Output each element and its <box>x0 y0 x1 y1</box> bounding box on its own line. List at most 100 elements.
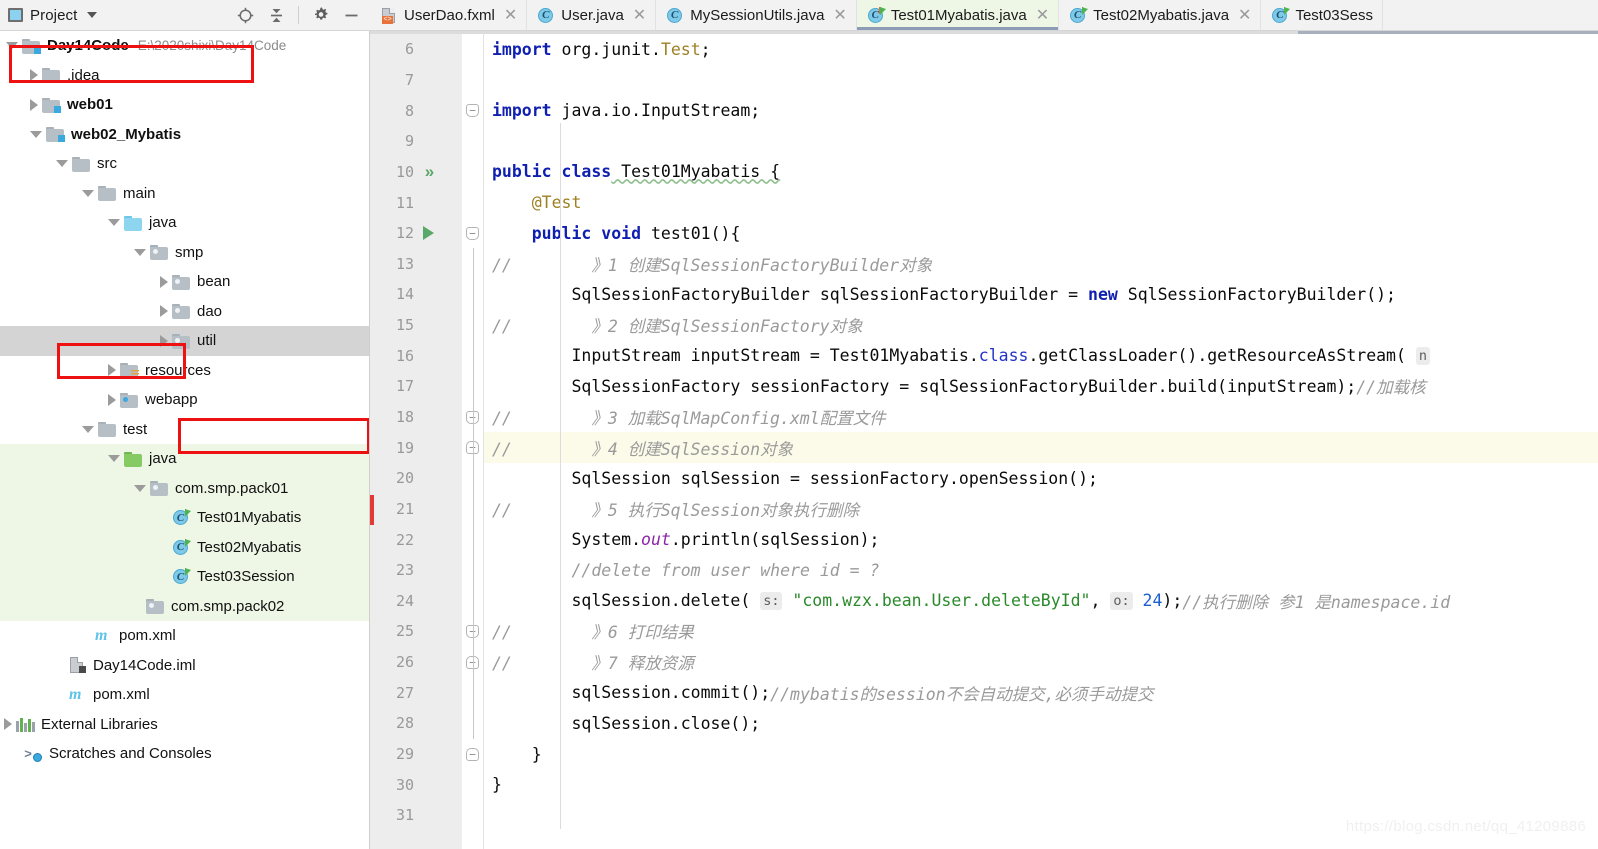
collapse-arrow-icon[interactable] <box>160 275 168 288</box>
code-line-6[interactable]: import org.junit. Test; <box>484 34 1598 65</box>
editor-code-area[interactable]: import org.junit. Test; import java.io.In… <box>484 31 1598 849</box>
tree-row-day14code-iml[interactable]: Day14Code.iml <box>0 651 369 681</box>
tree-row-resources[interactable]: resources <box>0 356 369 386</box>
code-line-15[interactable]: // 》2 创建SqlSessionFactory对象 <box>484 310 1598 341</box>
project-title-button[interactable]: Project <box>8 7 98 24</box>
collapse-arrow-icon[interactable] <box>30 98 38 111</box>
close-icon[interactable]: ✕ <box>833 5 846 25</box>
editor-tab-test03session-java[interactable]: C Test03Sess <box>1261 0 1383 30</box>
code-line-30[interactable]: } <box>484 769 1598 800</box>
expand-arrow-icon[interactable] <box>108 219 120 227</box>
code-line-31[interactable] <box>484 800 1598 831</box>
code-line-29[interactable]: } <box>484 739 1598 770</box>
tree-row-test03session[interactable]: C Test03Session <box>0 562 369 592</box>
collapse-arrow-icon[interactable] <box>4 718 12 731</box>
code-line-20[interactable]: SqlSession sqlSession = sessionFactory.o… <box>484 463 1598 494</box>
close-icon[interactable]: ✕ <box>504 5 517 25</box>
expand-arrow-icon[interactable] <box>134 248 146 256</box>
code-line-10[interactable]: public class Test01Myabatis { <box>484 157 1598 188</box>
tree-row-day14code[interactable]: Day14Code E:\2020shixi\Day14Code <box>0 31 369 61</box>
code-line-26[interactable]: // 》7 释放资源 <box>484 647 1598 678</box>
editor-tab-test02myabatis-java[interactable]: C Test02Myabatis.java ✕ <box>1059 0 1262 30</box>
code-line-24[interactable]: sqlSession.delete( s: "com.wzx.bean.User… <box>484 586 1598 617</box>
tree-row-bean[interactable]: bean <box>0 267 369 297</box>
code-line-7[interactable] <box>484 65 1598 96</box>
run-test-icon[interactable] <box>416 226 440 241</box>
fold-line <box>462 800 483 831</box>
collapse-all-icon[interactable] <box>267 6 286 25</box>
expand-arrow-icon[interactable] <box>134 484 146 492</box>
tree-row-com-smp-pack01[interactable]: com.smp.pack01 <box>0 473 369 503</box>
horizontal-scrollbar-thumb[interactable] <box>1298 31 1598 34</box>
expand-arrow-icon[interactable] <box>82 425 94 433</box>
java-test-class-icon: C <box>867 6 886 24</box>
collapse-arrow-icon[interactable] <box>108 364 116 377</box>
close-icon[interactable]: ✕ <box>633 5 646 25</box>
editor-tab-mysessionutils-java[interactable]: C MySessionUtils.java ✕ <box>656 0 857 30</box>
expand-arrow-icon[interactable] <box>6 42 18 50</box>
code-line-11[interactable]: @Test <box>484 187 1598 218</box>
collapse-arrow-icon[interactable] <box>160 334 168 347</box>
tree-row-scratches-and-consoles[interactable]: > Scratches and Consoles <box>0 739 369 769</box>
collapse-arrow-icon[interactable] <box>108 393 116 406</box>
code-editor[interactable]: 6 7 8 9 10» 11 12 13 14 15 16 17 18 19 2… <box>370 31 1598 849</box>
tree-row-test[interactable]: test <box>0 415 369 445</box>
code-line-8[interactable]: import java.io.InputStream; <box>484 95 1598 126</box>
settings-gear-icon[interactable] <box>311 6 330 25</box>
editor-tab-user-java[interactable]: C User.java ✕ <box>527 0 657 30</box>
fold-collapse-icon[interactable]: − <box>466 226 479 240</box>
tree-row-label: java <box>149 214 177 232</box>
code-line-23[interactable]: //delete from user where id = ? <box>484 555 1598 586</box>
tree-row-smp[interactable]: smp <box>0 238 369 268</box>
code-line-12[interactable]: public void test01(){ <box>484 218 1598 249</box>
tree-row-dao[interactable]: dao <box>0 297 369 327</box>
tree-row-external-libraries[interactable]: External Libraries <box>0 710 369 740</box>
tree-row-pom-root[interactable]: m pom.xml <box>0 680 369 710</box>
expand-arrow-icon[interactable] <box>30 130 42 138</box>
tree-row-test02myabatis[interactable]: C Test02Myabatis <box>0 532 369 562</box>
code-line-22[interactable]: System. out .println(sqlSession); <box>484 524 1598 555</box>
fold-end-icon[interactable]: − <box>466 747 479 761</box>
editor-tab-userdao-fxml[interactable]: <> UserDao.fxml ✕ <box>370 0 528 30</box>
code-line-9[interactable] <box>484 126 1598 157</box>
tree-row-main-java[interactable]: java <box>0 208 369 238</box>
tree-row-src[interactable]: src <box>0 149 369 179</box>
tree-row-pom-web02[interactable]: m pom.xml <box>0 621 369 651</box>
code-line-21[interactable]: // 》5 执行SqlSession对象执行删除 <box>484 494 1598 525</box>
code-line-14[interactable]: SqlSessionFactoryBuilder sqlSessionFacto… <box>484 279 1598 310</box>
close-icon[interactable]: ✕ <box>1238 5 1251 25</box>
close-icon[interactable]: ✕ <box>1036 5 1049 25</box>
expand-arrow-icon[interactable] <box>56 160 68 168</box>
collapse-arrow-icon[interactable] <box>160 305 168 318</box>
collapse-arrow-icon[interactable] <box>30 69 38 82</box>
code-line-13[interactable]: // 》1 创建SqlSessionFactoryBuilder对象 <box>484 248 1598 279</box>
tree-row-web02-mybatis[interactable]: web02_Mybatis <box>0 120 369 150</box>
gutter-line: 11 <box>370 187 462 218</box>
tree-row-com-smp-pack02[interactable]: com.smp.pack02 <box>0 591 369 621</box>
tree-row-idea[interactable]: .idea <box>0 61 369 91</box>
code-line-16[interactable]: InputStream inputStream = Test01Myabatis… <box>484 340 1598 371</box>
editor-gutter[interactable]: 6 7 8 9 10» 11 12 13 14 15 16 17 18 19 2… <box>370 31 462 849</box>
expand-arrow-icon[interactable] <box>82 189 94 197</box>
editor-fold-column[interactable]: − − − − − − − <box>462 31 484 849</box>
tree-row-web01[interactable]: web01 <box>0 90 369 120</box>
code-line-19[interactable]: // 》4 创建SqlSession对象 <box>484 432 1598 463</box>
code-line-17[interactable]: SqlSessionFactory sessionFactory = sqlSe… <box>484 371 1598 402</box>
code-line-28[interactable]: sqlSession.close(); <box>484 708 1598 739</box>
fold-collapse-icon[interactable]: − <box>466 104 479 118</box>
tree-row-test01myabatis[interactable]: C Test01Myabatis <box>0 503 369 533</box>
tree-row-test-java[interactable]: java <box>0 444 369 474</box>
run-class-icon[interactable]: » <box>416 163 440 180</box>
locate-icon[interactable] <box>236 6 255 25</box>
minimize-icon[interactable] <box>342 6 361 25</box>
code-line-25[interactable]: // 》6 打印结果 <box>484 616 1598 647</box>
tree-row-webapp[interactable]: webapp <box>0 385 369 415</box>
project-tree[interactable]: Day14Code E:\2020shixi\Day14Code .idea w… <box>0 31 370 849</box>
tree-row-main[interactable]: main <box>0 179 369 209</box>
expand-arrow-icon[interactable] <box>108 455 120 463</box>
editor-tab-test01myabatis-java[interactable]: C Test01Myabatis.java ✕ <box>856 0 1060 30</box>
code-line-18[interactable]: // 》3 加载SqlMapConfig.xml配置文件 <box>484 402 1598 433</box>
tree-row-util[interactable]: util <box>0 326 369 356</box>
code-line-27[interactable]: sqlSession.commit();//mybatis的session不会自… <box>484 677 1598 708</box>
chevron-down-icon[interactable] <box>87 12 98 18</box>
